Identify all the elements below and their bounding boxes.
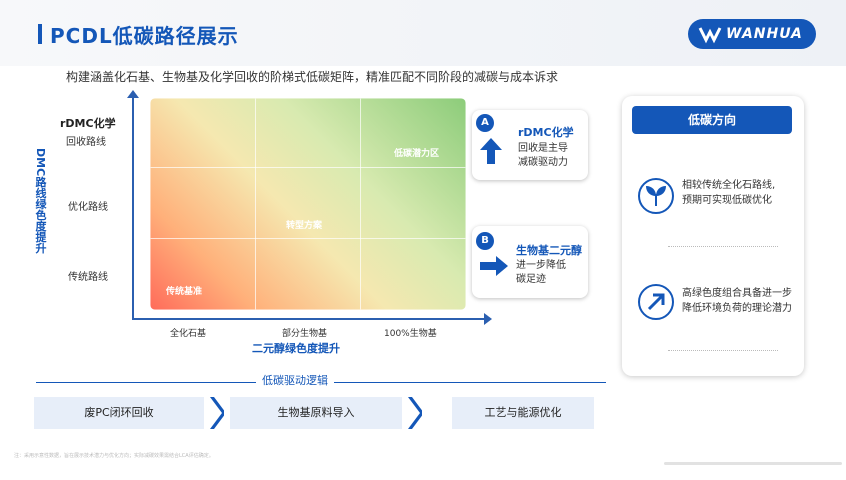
wanhua-logo-icon	[698, 27, 722, 44]
y-top-label: rDMC化学	[60, 117, 116, 130]
drivers-title: 低碳驱动逻辑	[256, 372, 334, 388]
page-title: PCDL低碳路径展示	[50, 24, 239, 48]
zone-traditional-baseline: 传统基准	[166, 287, 203, 297]
x-axis-arrow	[484, 313, 492, 325]
card-a-line-2: 减碳驱动力	[518, 157, 568, 168]
y-tick-recycle: 回收路线	[66, 137, 106, 148]
matrix-cell	[150, 167, 256, 239]
card-b-title: 生物基二元醇	[516, 244, 582, 257]
chevron-right-icon	[210, 397, 224, 429]
x-axis-title: 二元醇绿色度提升	[252, 342, 340, 355]
matrix-cell	[150, 98, 256, 168]
y-axis-arrow	[127, 90, 139, 98]
matrix-cell	[360, 167, 466, 239]
x-tick-fossil: 全化石基	[170, 329, 207, 339]
card-rdmc: A rDMC化学 回收是主导 减碳驱动力	[472, 110, 588, 180]
zone-transition: 转型方案	[286, 221, 323, 231]
right-arrow-icon	[480, 256, 508, 276]
driver-step-3: 工艺与能源优化	[452, 397, 594, 429]
badge-b: B	[476, 232, 494, 250]
zone-low-carbon-potential: 低碳潜力区	[394, 149, 440, 159]
low-carbon-direction-panel	[622, 96, 804, 376]
card-a-line-1: 回收是主导	[518, 143, 568, 154]
chevron-right-icon	[408, 397, 422, 429]
matrix-cell	[255, 238, 361, 310]
matrix-cell	[255, 98, 361, 168]
card-bio-diol: B 生物基二元醇 进一步降低 碳足迹	[472, 226, 588, 298]
title-accent	[38, 24, 42, 44]
matrix-cell	[150, 238, 256, 310]
carbon-matrix: 传统基准 转型方案 低碳潜力区	[150, 98, 466, 310]
card-b-line-2: 碳足迹	[516, 274, 546, 285]
side-item-2: 高绿色度组合具备进一步 降低环境负荷的理论潜力	[682, 286, 802, 316]
x-tick-partial-bio: 部分生物基	[282, 329, 328, 339]
x-axis	[132, 318, 486, 320]
side-item-1: 相较传统全化石路线, 预期可实现低碳优化	[682, 178, 802, 208]
card-a-title: rDMC化学	[518, 126, 574, 139]
side-item-1-line-2: 预期可实现低碳优化	[682, 195, 772, 206]
badge-a: A	[476, 114, 494, 132]
driver-step-2: 生物基原料导入	[230, 397, 402, 429]
footnote: 注：采用示意性数据，旨在展示技术潜力与优化方向；实际减碳效果需结合LCA评估确定…	[14, 453, 214, 459]
y-tick-optimized: 优化路线	[68, 202, 108, 213]
side-divider	[668, 350, 778, 351]
side-item-2-line-2: 降低环境负荷的理论潜力	[682, 303, 792, 314]
up-arrow-icon	[480, 138, 502, 164]
side-divider	[668, 246, 778, 247]
y-tick-traditional: 传统路线	[68, 272, 108, 283]
matrix-cell	[360, 238, 466, 310]
scrollbar[interactable]	[664, 462, 842, 465]
side-item-2-line-1: 高绿色度组合具备进一步	[682, 288, 792, 299]
logo-text: WANHUA	[726, 26, 803, 42]
trend-up-icon	[638, 284, 674, 320]
driver-step-1: 废PC闭环回收	[34, 397, 204, 429]
leaf-icon	[638, 178, 674, 214]
side-item-1-line-1: 相较传统全化石路线,	[682, 180, 776, 191]
card-b-line-1: 进一步降低	[516, 260, 566, 271]
y-axis-title: DMC路线绿色度提升	[34, 148, 47, 254]
y-axis	[132, 96, 134, 320]
page-subtitle: 构建涵盖化石基、生物基及化学回收的阶梯式低碳矩阵，精准匹配不同阶段的减碳与成本诉…	[66, 70, 559, 84]
wanhua-logo: WANHUA	[688, 19, 816, 49]
x-tick-full-bio: 100%生物基	[384, 329, 437, 339]
side-panel-heading: 低碳方向	[632, 106, 792, 134]
